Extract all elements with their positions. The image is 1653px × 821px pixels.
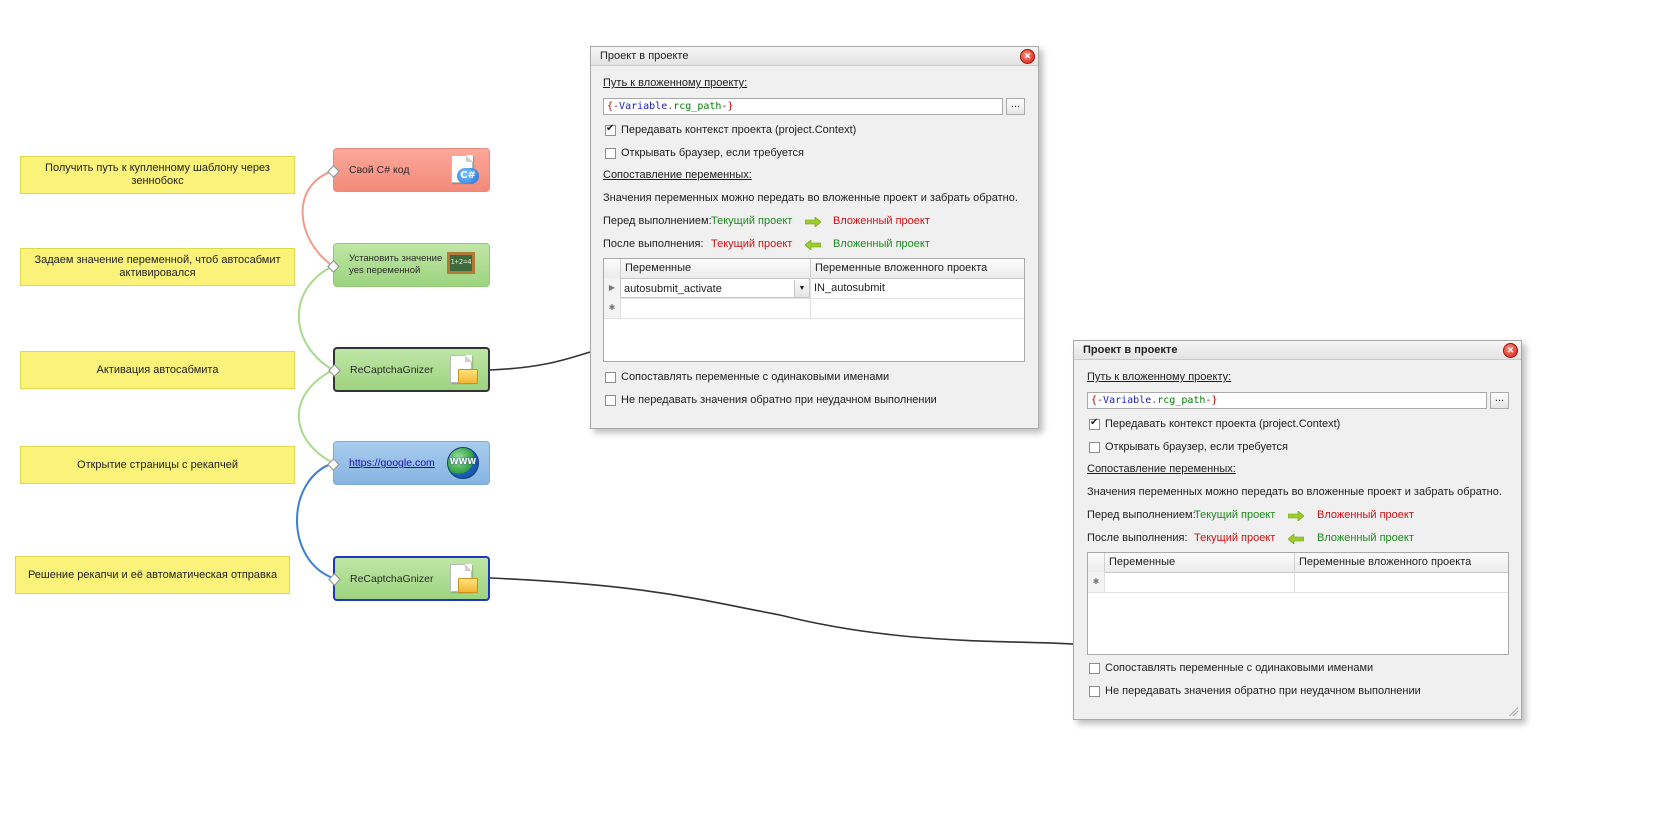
after-label: После выполнения: [1087,532,1188,544]
table-row[interactable]: ▶ autosubmit_activate ▼ IN_autosubmit [604,278,1024,299]
path-input[interactable]: {-Variable.rcg_path-} [1087,392,1487,409]
before-nested-project: Вложенный проект [1317,509,1414,521]
variables-grid: Переменные Переменные вложенного проекта… [603,258,1025,362]
dialog-project-in-project-1: Проект в проекте ✕ Путь к вложенному прое… [590,46,1039,429]
pass-context-label: Передавать контекст проекта (project.Con… [621,124,857,136]
node-label: https://google.com [349,457,445,469]
globe-icon: WWW [445,446,479,480]
node-csharp-code[interactable]: Свой C# код C# [327,148,490,192]
dialog-project-in-project-2: Проект в проекте ✕ Путь к вложенному прое… [1073,340,1522,720]
node-label: Свой C# код [349,164,410,176]
node-label: ReCaptchaGnizer [350,363,434,376]
before-label: Перед выполнением: [603,215,712,227]
no-return-label: Не передавать значения обратно при неуда… [1105,685,1421,697]
resize-grip-icon[interactable] [1508,706,1518,716]
variable-cell[interactable] [620,298,810,318]
after-current-project: Текущий проект [1194,532,1276,544]
mapping-description: Значения переменных можно передать во вл… [1087,486,1502,498]
close-icon[interactable]: ✕ [1020,49,1035,64]
after-label: После выполнения: [603,238,704,250]
mapping-label: Сопоставление переменных: [1087,463,1236,475]
nested-variable-cell[interactable]: IN_autosubmit [810,278,1024,298]
match-same-names-label: Сопоставлять переменные с одинаковыми им… [621,371,890,383]
mapping-label: Сопоставление переменных: [603,169,752,181]
node-recaptchagnizer-2[interactable]: ReCaptchaGnizer [328,556,490,601]
after-nested-project: Вложенный проект [1317,532,1414,544]
grid-header-corner [604,259,621,278]
note-solve-recaptcha: Решение рекапчи и её автоматическая отпр… [15,556,290,594]
pass-context-label: Передавать контекст проекта (project.Con… [1105,418,1341,430]
grid-header: Переменные Переменные вложенного проекта [1088,553,1508,573]
new-row-icon: ✱ [1088,572,1105,592]
node-label: ReCaptchaGnizer [350,572,434,585]
column-header-nested-variables: Переменные вложенного проекта [1294,553,1508,572]
nested-variable-cell[interactable] [1294,572,1508,592]
link-csharp-to-setvalue [301,170,334,267]
before-current-project: Текущий проект [1194,509,1276,521]
grid-header-corner [1088,553,1105,572]
chalkboard-icon: 1+2=4 [445,248,479,282]
url-link[interactable]: https://google.com [349,457,435,469]
new-row-icon: ✱ [604,298,621,318]
arrow-right-icon [805,217,821,227]
new-row[interactable]: ✱ [1088,572,1508,593]
arrow-right-icon [1288,511,1304,521]
no-return-label: Не передавать значения обратно при неуда… [621,394,937,406]
path-label: Путь к вложенному проекту: [603,77,748,89]
variable-cell[interactable]: autosubmit_activate ▼ [620,278,810,298]
before-current-project: Текущий проект [711,215,793,227]
match-same-names-checkbox[interactable] [605,372,616,383]
project-file-icon [444,353,478,387]
note-open-recaptcha-page: Открытие страницы с рекапчей [20,446,295,484]
node-label: Установить значение yes переменной [349,253,443,276]
match-same-names-label: Сопоставлять переменные с одинаковыми им… [1105,662,1374,674]
dialog-title: Проект в проекте ✕ [1074,341,1521,360]
browse-button[interactable]: ... [1006,98,1025,115]
note-activate-autosubmit: Активация автосабмита [20,351,295,389]
column-header-variables: Переменные [1104,553,1294,572]
link-setvalue-to-recaptcha [297,265,334,371]
open-browser-label: Открывать браузер, если требуется [621,147,804,159]
variable-cell[interactable] [1104,572,1294,592]
new-row[interactable]: ✱ [604,298,1024,319]
pass-context-checkbox[interactable] [605,123,616,136]
no-return-checkbox[interactable] [1089,686,1100,697]
open-browser-checkbox[interactable] [1089,442,1100,453]
note-set-variable: Задаем значение переменной, чтоб автосаб… [20,248,295,286]
node-recaptchagnizer-1[interactable]: ReCaptchaGnizer [328,347,490,392]
path-label: Путь к вложенному проекту: [1087,371,1232,383]
link-recaptcha1-to-dialog1 [489,351,591,371]
column-header-variables: Переменные [620,259,810,278]
no-return-checkbox[interactable] [605,395,616,406]
arrow-left-icon [805,240,821,250]
column-header-nested-variables: Переменные вложенного проекта [810,259,1024,278]
variables-grid: Переменные Переменные вложенного проекта… [1087,552,1509,655]
match-same-names-checkbox[interactable] [1089,663,1100,674]
path-input[interactable]: {-Variable.rcg_path-} [603,98,1003,115]
project-file-icon [444,562,478,596]
pass-context-checkbox[interactable] [1089,417,1100,430]
node-navigate-url[interactable]: https://google.com WWW [327,441,490,485]
note-get-path: Получить путь к купленному шаблону через… [20,156,295,194]
dialog-title: Проект в проекте ✕ [591,47,1038,66]
before-label: Перед выполнением: [1087,509,1196,521]
link-recaptcha2-to-dialog2 [489,577,1074,645]
open-browser-checkbox[interactable] [605,148,616,159]
dropdown-arrow-icon[interactable]: ▼ [794,280,809,297]
after-current-project: Текущий проект [711,238,793,250]
before-nested-project: Вложенный проект [833,215,930,227]
close-icon[interactable]: ✕ [1503,343,1518,358]
csharp-icon: C# [445,153,479,187]
link-recaptcha-to-google [297,369,334,464]
arrow-left-icon [1288,534,1304,544]
row-selector-icon: ▶ [604,278,621,298]
node-set-value[interactable]: Установить значение yes переменной 1+2=4 [327,243,490,287]
browse-button[interactable]: ... [1490,392,1509,409]
nested-variable-cell[interactable] [810,298,1024,318]
link-google-to-recaptcha2 [296,462,334,579]
mapping-description: Значения переменных можно передать во вл… [603,192,1018,204]
grid-header: Переменные Переменные вложенного проекта [604,259,1024,279]
open-browser-label: Открывать браузер, если требуется [1105,441,1288,453]
after-nested-project: Вложенный проект [833,238,930,250]
